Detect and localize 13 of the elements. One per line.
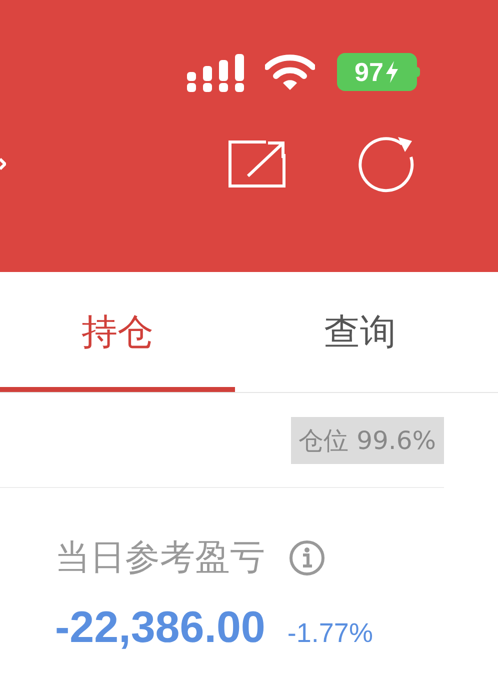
share-icon[interactable] bbox=[228, 140, 286, 188]
pnl-label: 当日参考盈亏 bbox=[55, 537, 265, 580]
tab[interactable]: 查询 bbox=[235, 272, 485, 392]
pnl-percent: -1.77% bbox=[287, 618, 373, 649]
battery-indicator: 97 bbox=[337, 53, 417, 91]
chevron-icon[interactable] bbox=[0, 157, 6, 171]
info-icon[interactable] bbox=[289, 540, 325, 576]
wifi-icon bbox=[265, 53, 315, 91]
refresh-icon[interactable] bbox=[358, 135, 416, 193]
pnl-value: -22,386.00 bbox=[55, 603, 266, 653]
tab[interactable]: 持仓 bbox=[0, 272, 235, 392]
signal-icon bbox=[187, 54, 245, 92]
position-badge: 仓位 99.6% bbox=[290, 417, 444, 464]
